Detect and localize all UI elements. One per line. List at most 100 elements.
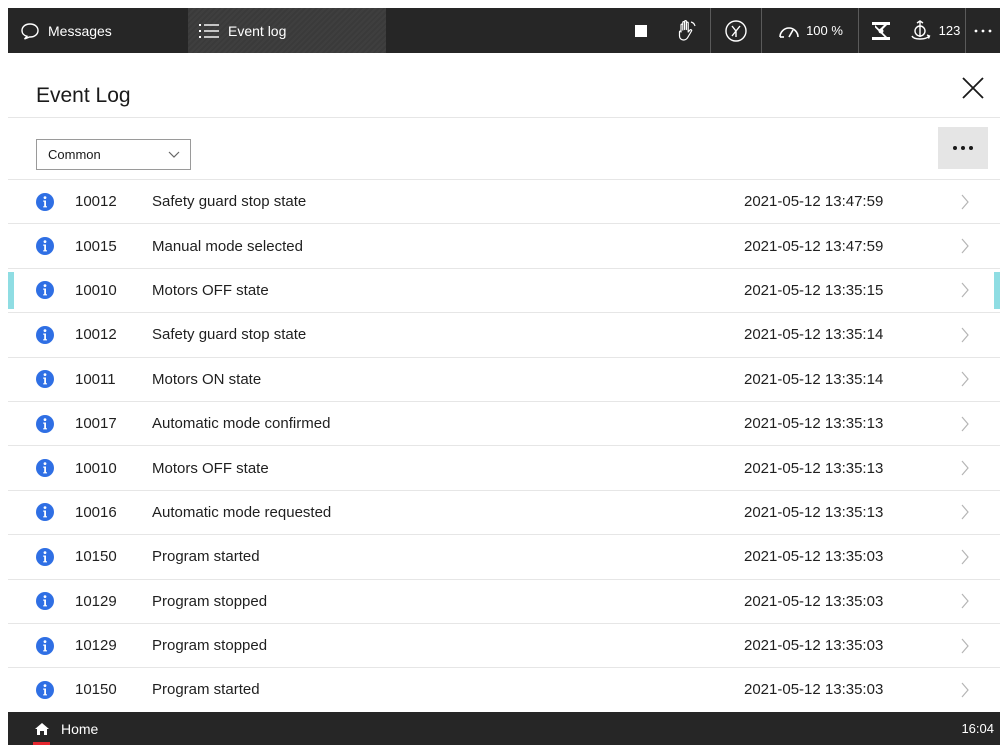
stop-button[interactable]	[618, 8, 664, 53]
event-row[interactable]: 10010 Motors OFF state 2021-05-12 13:35:13	[8, 446, 1000, 491]
more-icon	[974, 29, 992, 32]
event-description: Motors OFF state	[152, 281, 269, 299]
event-code: 10011	[75, 370, 116, 388]
event-timestamp: 2021-05-12 13:35:03	[744, 548, 884, 566]
event-row[interactable]: 10015 Manual mode selected 2021-05-12 13:4…	[8, 224, 1000, 269]
event-description: Motors ON state	[152, 370, 262, 388]
event-row[interactable]: 10012 Safety guard stop state 2021-05-12 1…	[8, 313, 1000, 358]
category-dropdown-value: Common	[48, 147, 101, 162]
event-row[interactable]: 10150 Program started 2021-05-12 13:35:03	[8, 668, 1000, 712]
event-description: Manual mode selected	[152, 237, 303, 255]
event-list: 10012 Safety guard stop state 2021-05-12 1…	[8, 180, 1000, 712]
event-code: 10015	[75, 237, 117, 255]
event-code: 10017	[75, 415, 117, 433]
page-header: Event Log	[8, 53, 1000, 118]
home-label: Home	[61, 720, 99, 737]
event-row[interactable]: 10010 Motors OFF state 2021-05-12 13:35:15	[8, 269, 1000, 314]
chevron-right-icon	[961, 460, 969, 476]
event-code: 10016	[75, 503, 117, 521]
event-row[interactable]: 10129 Program stopped 2021-05-12 13:35:03	[8, 624, 1000, 669]
home-icon	[35, 722, 49, 735]
event-row[interactable]: 10017 Automatic mode confirmed 2021-05-12 …	[8, 402, 1000, 447]
chevron-right-icon	[961, 194, 969, 210]
event-timestamp: 2021-05-12 13:35:03	[744, 681, 884, 699]
tool-button[interactable]: 123	[903, 8, 965, 53]
event-row[interactable]: 10012 Safety guard stop state 2021-05-12 1…	[8, 180, 1000, 225]
filter-bar: Common	[8, 118, 1000, 180]
event-description: Program started	[152, 681, 260, 699]
speed-value: 100 %	[806, 23, 843, 38]
info-icon	[36, 325, 54, 344]
event-timestamp: 2021-05-12 13:35:03	[744, 637, 884, 655]
motors-off-icon	[725, 19, 747, 42]
mechanical-unit-button[interactable]	[859, 8, 903, 53]
more-options-dot	[961, 146, 965, 150]
event-description: Program started	[152, 548, 260, 566]
chevron-right-icon	[961, 593, 969, 609]
event-code: 10129	[75, 592, 117, 610]
event-timestamp: 2021-05-12 13:35:15	[744, 281, 884, 299]
speed-button[interactable]: 100 %	[762, 8, 858, 53]
chevron-right-icon	[961, 238, 969, 254]
info-icon	[36, 281, 54, 300]
info-icon	[36, 192, 54, 211]
top-bar: Messages Event log 100 % 123	[8, 8, 1000, 53]
more-options-dot	[953, 146, 957, 150]
chevron-right-icon	[961, 327, 969, 343]
event-timestamp: 2021-05-12 13:47:59	[744, 193, 884, 211]
bottom-bar: Home 16:04	[8, 712, 1000, 745]
chevron-right-icon	[961, 505, 969, 520]
event-description: Safety guard stop state	[152, 193, 307, 211]
event-timestamp: 2021-05-12 13:35:13	[744, 459, 884, 477]
tab-event-log-label: Event log	[228, 22, 287, 39]
robot-arm-icon	[872, 21, 890, 40]
event-timestamp: 2021-05-12 13:35:03	[744, 592, 884, 610]
info-icon	[36, 414, 54, 433]
event-timestamp: 2021-05-12 13:35:13	[744, 503, 884, 521]
home-button[interactable]: Home	[8, 712, 98, 745]
clock: 16:04	[961, 721, 994, 736]
event-row[interactable]: 10129 Program stopped 2021-05-12 13:35:03	[8, 580, 1000, 624]
chevron-right-icon	[961, 371, 969, 387]
event-timestamp: 2021-05-12 13:35:13	[744, 415, 884, 433]
info-icon	[36, 503, 54, 522]
category-dropdown[interactable]: Common	[36, 139, 191, 170]
topbar-more-button[interactable]	[966, 8, 1000, 53]
event-code: 10129	[75, 637, 117, 655]
tool-icon	[911, 19, 931, 40]
event-row[interactable]: 10011 Motors ON state 2021-05-12 13:35:14	[8, 358, 1000, 402]
chevron-right-icon	[961, 416, 969, 432]
tool-value: 123	[938, 23, 961, 38]
info-icon	[36, 592, 54, 611]
event-description: Program stopped	[152, 637, 268, 655]
event-description: Motors OFF state	[152, 459, 269, 477]
chevron-down-icon	[168, 151, 180, 158]
info-icon	[36, 547, 54, 566]
info-icon	[36, 680, 54, 699]
speedometer-icon	[779, 26, 799, 38]
chevron-right-icon	[961, 638, 969, 653]
info-icon	[36, 636, 54, 655]
messages-icon	[21, 22, 39, 40]
event-row[interactable]: 10016 Automatic mode requested 2021-05-12 …	[8, 491, 1000, 536]
close-icon[interactable]	[960, 75, 986, 101]
event-timestamp: 2021-05-12 13:35:14	[744, 370, 884, 388]
event-code: 10010	[75, 281, 117, 299]
tab-event-log[interactable]: Event log	[188, 8, 386, 53]
event-description: Program stopped	[152, 592, 268, 610]
jog-button[interactable]	[664, 8, 710, 53]
motors-button[interactable]	[711, 8, 761, 53]
event-description: Automatic mode confirmed	[152, 415, 331, 433]
event-code: 10010	[75, 459, 117, 477]
chevron-right-icon	[961, 283, 969, 298]
event-timestamp: 2021-05-12 13:47:59	[744, 237, 884, 255]
event-code: 10012	[75, 193, 117, 211]
tab-messages-label: Messages	[48, 22, 112, 39]
hand-icon	[678, 19, 696, 41]
info-icon	[36, 370, 54, 389]
event-row[interactable]: 10150 Program started 2021-05-12 13:35:03	[8, 535, 1000, 580]
more-options-button[interactable]	[938, 127, 988, 169]
tab-messages[interactable]: Messages	[8, 8, 188, 53]
page-title: Event Log	[36, 84, 131, 107]
info-icon	[36, 459, 54, 478]
